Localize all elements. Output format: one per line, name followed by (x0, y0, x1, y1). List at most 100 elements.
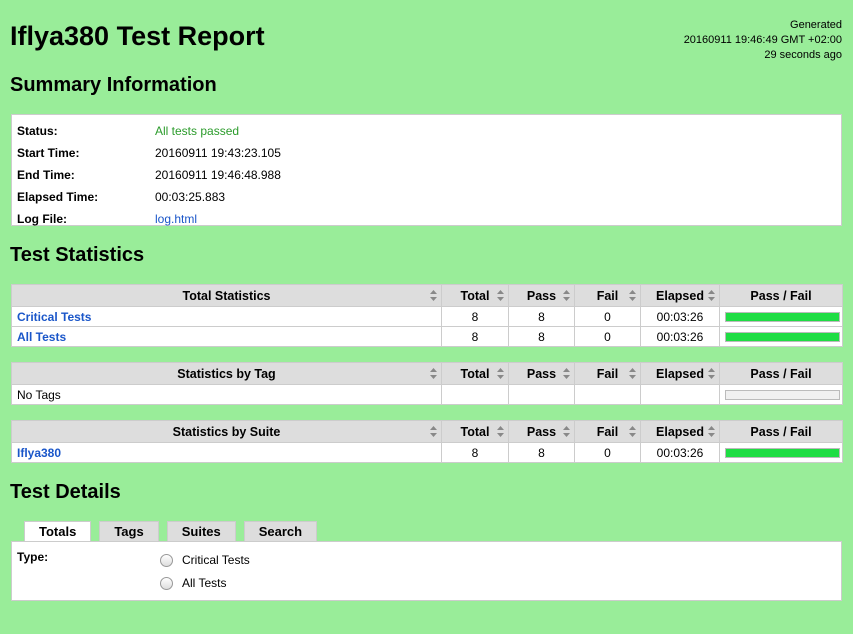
tab-tags[interactable]: Tags (99, 521, 159, 541)
summary-heading: Summary Information (10, 74, 217, 96)
fail-column-label: Fail (596, 424, 619, 439)
tag-statistics-header-label: Statistics by Tag (177, 366, 276, 381)
start-time-label: Start Time: (17, 146, 80, 160)
all-tests-radio[interactable] (160, 576, 173, 590)
stat-name-cell: Critical Tests (11, 306, 442, 327)
generated-ago: 29 seconds ago (764, 49, 842, 61)
all-tests-link[interactable]: All Tests (17, 330, 66, 344)
sort-icon (629, 426, 636, 437)
critical-tests-link[interactable]: Critical Tests (17, 310, 91, 324)
total-column-header[interactable]: Total (441, 284, 509, 307)
critical-tests-radio[interactable] (160, 553, 173, 567)
pass-bar-fill (726, 448, 839, 457)
pass-fail-bar (725, 311, 840, 322)
pass-column-label: Pass (526, 424, 557, 439)
pass-fail-cell (719, 306, 843, 327)
total-statistics-header[interactable]: Total Statistics (11, 284, 442, 307)
pass-fail-bar (725, 331, 840, 342)
fail-column-header[interactable]: Fail (574, 362, 641, 385)
sort-icon (708, 290, 715, 301)
status-row: Status: All tests passed (17, 120, 841, 142)
elapsed-time-value: 00:03:25.883 (155, 190, 226, 204)
pass-fail-cell (719, 442, 843, 463)
fail-cell (574, 384, 641, 405)
total-cell: 8 (441, 306, 509, 327)
fail-cell: 0 (574, 306, 641, 327)
summary-table: Status: All tests passed Start Time: 201… (11, 114, 842, 226)
generated-label: Generated (790, 19, 842, 31)
elapsed-column-header[interactable]: Elapsed (640, 284, 720, 307)
tag-statistics-header[interactable]: Statistics by Tag (11, 362, 442, 385)
pass-column-label: Pass (526, 366, 557, 381)
total-column-header[interactable]: Total (441, 420, 509, 443)
critical-tests-option-label: Critical Tests (182, 553, 250, 567)
sort-icon (708, 368, 715, 379)
all-tests-option[interactable]: All Tests (160, 576, 226, 590)
pass-fail-column-header: Pass / Fail (719, 284, 843, 307)
total-statistics-header-label: Total Statistics (182, 288, 271, 303)
sort-icon (430, 368, 437, 379)
pass-fail-cell (719, 384, 843, 405)
elapsed-column-header[interactable]: Elapsed (640, 420, 720, 443)
total-column-label: Total (460, 424, 490, 439)
pass-column-header[interactable]: Pass (508, 284, 575, 307)
pass-cell: 8 (508, 306, 575, 327)
total-column-header[interactable]: Total (441, 362, 509, 385)
table-row: Iflya380 8 8 0 00:03:26 (11, 442, 843, 463)
log-file-label: Log File: (17, 212, 67, 226)
stat-name-cell: Iflya380 (11, 442, 442, 463)
fail-column-header[interactable]: Fail (574, 284, 641, 307)
statistics-heading: Test Statistics (10, 244, 145, 266)
table-row: Critical Tests 8 8 0 00:03:26 (11, 306, 843, 327)
elapsed-cell: 00:03:26 (640, 306, 720, 327)
pass-fail-bar (725, 447, 840, 458)
tag-statistics-table: Statistics by Tag Total Pass Fail Elapse… (11, 362, 843, 405)
pass-fail-column-header: Pass / Fail (719, 362, 843, 385)
elapsed-cell: 00:03:26 (640, 326, 720, 347)
details-panel: Type: Critical Tests All Tests (11, 541, 842, 601)
pass-fail-cell (719, 326, 843, 347)
end-time-value: 20160911 19:46:48.988 (155, 168, 281, 182)
fail-cell: 0 (574, 326, 641, 347)
elapsed-column-header[interactable]: Elapsed (640, 362, 720, 385)
pass-column-header[interactable]: Pass (508, 420, 575, 443)
details-tabs: Totals Tags Suites Search (24, 521, 325, 542)
log-file-row: Log File: log.html (17, 208, 841, 230)
generated-time: 20160911 19:46:49 GMT +02:00 (683, 34, 842, 46)
table-row: All Tests 8 8 0 00:03:26 (11, 326, 843, 347)
sort-icon (629, 368, 636, 379)
pass-column-header[interactable]: Pass (508, 362, 575, 385)
sort-icon (708, 426, 715, 437)
pass-cell: 8 (508, 442, 575, 463)
sort-icon (563, 290, 570, 301)
tab-totals[interactable]: Totals (24, 521, 92, 542)
elapsed-column-label: Elapsed (656, 424, 704, 439)
log-file-link[interactable]: log.html (155, 212, 197, 226)
total-cell: 8 (441, 442, 509, 463)
sort-icon (497, 368, 504, 379)
status-label: Status: (17, 124, 58, 138)
elapsed-cell (640, 384, 720, 405)
fail-column-header[interactable]: Fail (574, 420, 641, 443)
total-column-label: Total (460, 288, 490, 303)
suite-link[interactable]: Iflya380 (17, 446, 61, 460)
critical-tests-option[interactable]: Critical Tests (160, 553, 250, 567)
start-time-row: Start Time: 20160911 19:43:23.105 (17, 142, 841, 164)
end-time-label: End Time: (17, 168, 75, 182)
sort-icon (430, 426, 437, 437)
generated-info: Generated 20160911 19:46:49 GMT +02:00 2… (684, 18, 842, 63)
tab-search[interactable]: Search (243, 521, 318, 541)
end-time-row: End Time: 20160911 19:46:48.988 (17, 164, 841, 186)
suite-statistics-header[interactable]: Statistics by Suite (11, 420, 442, 443)
pass-column-label: Pass (526, 288, 557, 303)
all-tests-option-label: All Tests (182, 576, 227, 590)
elapsed-time-label: Elapsed Time: (17, 190, 99, 204)
elapsed-column-label: Elapsed (656, 366, 704, 381)
report-title: Iflya380 Test Report (10, 21, 265, 51)
elapsed-cell: 00:03:26 (640, 442, 720, 463)
status-value: All tests passed (155, 124, 240, 138)
sort-icon (497, 426, 504, 437)
tab-suites[interactable]: Suites (166, 521, 236, 541)
total-cell (441, 384, 509, 405)
pass-bar-fill (726, 332, 839, 341)
